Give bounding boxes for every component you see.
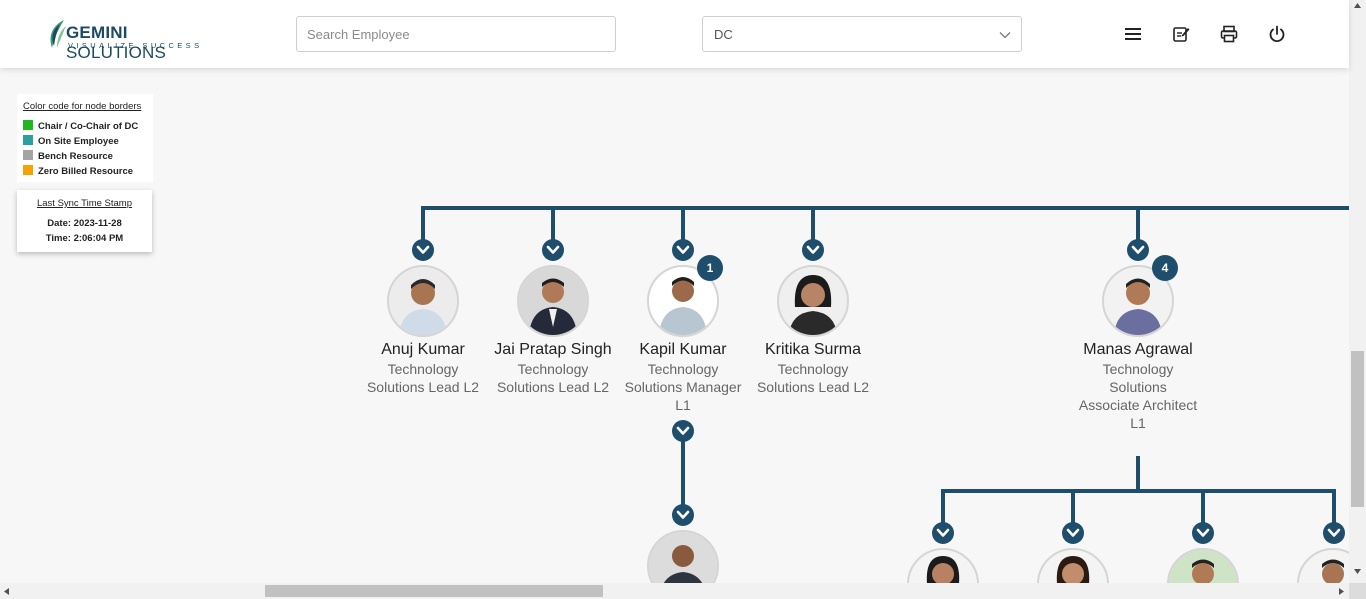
tree-connector <box>1136 456 1140 490</box>
employee-name[interactable]: Jai Pratap Singh <box>488 341 618 359</box>
tree-connector <box>551 206 555 242</box>
expand-node-toggle[interactable] <box>1192 522 1214 544</box>
chevron-down-icon <box>676 510 690 519</box>
expand-node-toggle[interactable] <box>412 239 434 261</box>
tree-connector <box>421 206 425 242</box>
reportee-count-badge: 1 <box>697 255 723 281</box>
brand-tagline: VISUALIZE SUCCESS <box>68 41 203 50</box>
power-icon[interactable] <box>1267 24 1287 44</box>
expand-node-toggle[interactable] <box>932 522 954 544</box>
scroll-up-arrow-icon[interactable] <box>1353 2 1362 9</box>
tree-connector <box>1071 489 1075 525</box>
tree-connector <box>811 206 815 242</box>
sync-timestamp-card: Last Sync Time Stamp Date: 2023-11-28 Ti… <box>17 190 152 252</box>
employee-name[interactable]: Anuj Kumar <box>358 341 488 359</box>
department-select[interactable]: DC <box>702 16 1022 52</box>
menu-icon[interactable] <box>1123 24 1143 44</box>
chevron-down-icon <box>806 245 820 254</box>
legend-item-onsite: On Site Employee <box>23 135 119 147</box>
tree-connector <box>941 489 1336 493</box>
legend-swatch <box>23 120 33 130</box>
tree-connector <box>941 489 945 525</box>
legend-item-bench: Bench Resource <box>23 150 113 162</box>
person-photo-icon <box>519 267 587 335</box>
expand-node-toggle[interactable] <box>802 239 824 261</box>
tree-connector <box>681 438 685 508</box>
employee-designation: Technology Solutions Associate Architect L1 <box>1078 361 1198 431</box>
sync-time: Time: 2:06:04 PM <box>45 233 124 244</box>
tree-connector <box>1332 489 1336 525</box>
tree-connector <box>1136 206 1140 242</box>
node-border-legend: Color code for node borders Chair / Co-C… <box>17 94 153 182</box>
vertical-scrollbar-thumb[interactable] <box>1351 351 1364 507</box>
sync-title: Last Sync Time Stamp <box>36 198 133 209</box>
tree-connector <box>681 206 685 242</box>
person-photo-icon <box>779 267 847 335</box>
employee-name[interactable]: Kritika Surma <box>748 341 878 359</box>
print-icon[interactable] <box>1219 24 1239 44</box>
chevron-down-icon <box>416 245 430 254</box>
employee-avatar[interactable] <box>777 265 849 337</box>
chevron-down-icon <box>676 245 690 254</box>
legend-item-chair: Chair / Co-Chair of DC <box>23 120 138 132</box>
expand-node-toggle[interactable] <box>542 239 564 261</box>
employee-name[interactable]: Manas Agrawal <box>1073 341 1203 359</box>
horizontal-scrollbar-thumb[interactable] <box>265 585 603 597</box>
expand-node-toggle[interactable] <box>1062 522 1084 544</box>
employee-designation: Technology Solutions Lead L2 <box>756 361 870 395</box>
employee-name[interactable]: Kapil Kumar <box>618 341 748 359</box>
chevron-down-icon <box>1327 528 1341 537</box>
chevron-down-icon <box>546 245 560 254</box>
tree-connector <box>1201 489 1205 525</box>
sync-date: Date: 2023-11-28 <box>47 218 122 229</box>
scroll-down-arrow-icon[interactable] <box>1353 568 1362 575</box>
employee-avatar[interactable] <box>387 265 459 337</box>
chevron-down-icon <box>1131 245 1145 254</box>
legend-swatch <box>23 135 33 145</box>
scroll-left-arrow-icon[interactable] <box>3 587 10 596</box>
reportee-count-badge: 4 <box>1152 255 1178 281</box>
expand-node-toggle[interactable] <box>1323 522 1345 544</box>
search-employee-input[interactable] <box>296 16 616 52</box>
legend-item-zero-billed: Zero Billed Resource <box>23 165 133 177</box>
expand-node-toggle[interactable] <box>672 239 694 261</box>
department-select-value: DC <box>714 27 733 42</box>
tree-connector <box>421 206 1349 210</box>
scroll-right-arrow-icon[interactable] <box>1338 587 1345 596</box>
employee-designation: Technology Solutions Manager L1 <box>624 361 742 413</box>
person-photo-icon <box>389 267 457 335</box>
employee-designation: Technology Solutions Lead L2 <box>366 361 480 395</box>
expand-node-toggle[interactable] <box>672 504 694 526</box>
legend-swatch <box>23 165 33 175</box>
leaf-logo-icon <box>50 20 66 48</box>
employee-avatar[interactable] <box>517 265 589 337</box>
chevron-down-icon <box>936 528 950 537</box>
expand-node-toggle[interactable] <box>1127 239 1149 261</box>
notes-icon[interactable] <box>1171 24 1191 44</box>
collapse-children-toggle[interactable] <box>672 420 694 442</box>
company-logo[interactable]: GEMINI SOLUTIONS VISUALIZE SUCCESS <box>46 16 216 62</box>
chevron-down-icon <box>999 32 1011 39</box>
chevron-down-icon <box>1066 528 1080 537</box>
horizontal-scrollbar[interactable] <box>0 583 1349 599</box>
employee-designation: Technology Solutions Lead L2 <box>496 361 610 395</box>
scrollbar-corner <box>1349 583 1366 599</box>
top-header: GEMINI SOLUTIONS VISUALIZE SUCCESS DC <box>0 0 1349 68</box>
chevron-down-icon <box>676 426 690 435</box>
legend-swatch <box>23 150 33 160</box>
legend-title: Color code for node borders <box>23 101 142 112</box>
chevron-down-icon <box>1196 528 1210 537</box>
